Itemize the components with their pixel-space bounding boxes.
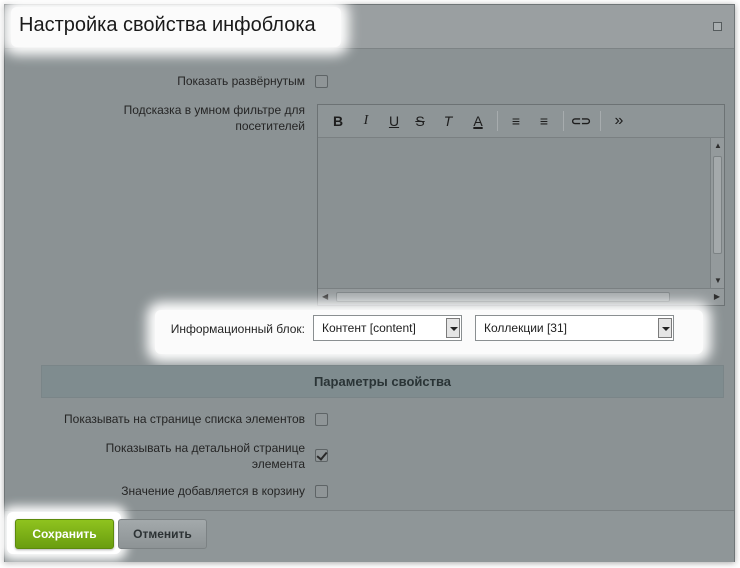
save-button[interactable]: Сохранить	[15, 519, 114, 549]
iblock-label: Информационный блок:	[170, 322, 305, 336]
section-header: Параметры свойства	[41, 365, 724, 398]
vertical-scroll-thumb[interactable]	[713, 156, 722, 254]
show-expanded-checkbox[interactable]	[315, 75, 328, 88]
bold-icon[interactable]: B	[328, 112, 348, 130]
unordered-list-icon[interactable]: ≡	[534, 112, 554, 130]
maximize-icon[interactable]	[713, 22, 722, 31]
iblock-type-value: Контент [content]	[322, 321, 416, 335]
iblock-select[interactable]: Коллекции [31]	[475, 315, 674, 341]
scroll-left-icon[interactable]: ◀	[322, 292, 328, 301]
show-in-detail-checkbox[interactable]	[315, 449, 328, 462]
italic-icon[interactable]: I	[356, 112, 376, 130]
add-to-basket-label: Значение добавляется в корзину	[121, 484, 305, 498]
hint-editor: B I U S T A ≡ ≡ ⊂⊃ » ▲ ▼ ◀ ▶	[317, 104, 725, 306]
cancel-button[interactable]: Отменить	[118, 519, 207, 549]
iblock-type-select[interactable]: Контент [content]	[313, 315, 462, 341]
chevron-down-icon[interactable]	[658, 318, 672, 338]
toolbar-separator	[600, 111, 601, 131]
editor-content-area[interactable]	[318, 138, 710, 288]
link-icon[interactable]: ⊂⊃	[571, 112, 591, 130]
scroll-up-icon[interactable]: ▲	[714, 141, 722, 150]
scroll-right-icon[interactable]: ▶	[714, 292, 720, 301]
title-bar: Настройка свойства инфоблока	[5, 5, 734, 49]
show-in-list-label: Показывать на странице списка элементов	[64, 412, 305, 426]
property-settings-dialog: Настройка свойства инфоблока Показать ра…	[4, 4, 735, 562]
chevron-down-icon[interactable]	[446, 318, 460, 338]
add-to-basket-checkbox[interactable]	[315, 485, 328, 498]
dialog-title: Настройка свойства инфоблока	[19, 14, 316, 36]
underline-icon[interactable]: U	[384, 112, 404, 130]
editor-toolbar: B I U S T A ≡ ≡ ⊂⊃ »	[318, 105, 724, 138]
hint-label: Подсказка в умном фильтре для посетителе…	[123, 103, 305, 133]
more-icon[interactable]: »	[609, 112, 629, 130]
show-expanded-label: Показать развёрнутым	[177, 74, 305, 88]
editor-vertical-scrollbar[interactable]: ▲ ▼	[710, 138, 724, 288]
remove-format-icon[interactable]: T	[438, 112, 458, 130]
horizontal-scroll-thumb[interactable]	[336, 292, 670, 302]
ordered-list-icon[interactable]: ≡	[506, 112, 526, 130]
strikethrough-icon[interactable]: S	[410, 112, 430, 130]
show-in-list-checkbox[interactable]	[315, 413, 328, 426]
scroll-down-icon[interactable]: ▼	[714, 276, 722, 285]
toolbar-separator	[497, 111, 498, 131]
font-color-icon[interactable]: A	[468, 112, 488, 130]
show-in-detail-label: Показывать на детальной странице элемент…	[105, 441, 305, 471]
editor-horizontal-scrollbar[interactable]: ◀ ▶	[318, 288, 724, 305]
iblock-value: Коллекции [31]	[484, 321, 567, 335]
toolbar-separator	[563, 111, 564, 131]
